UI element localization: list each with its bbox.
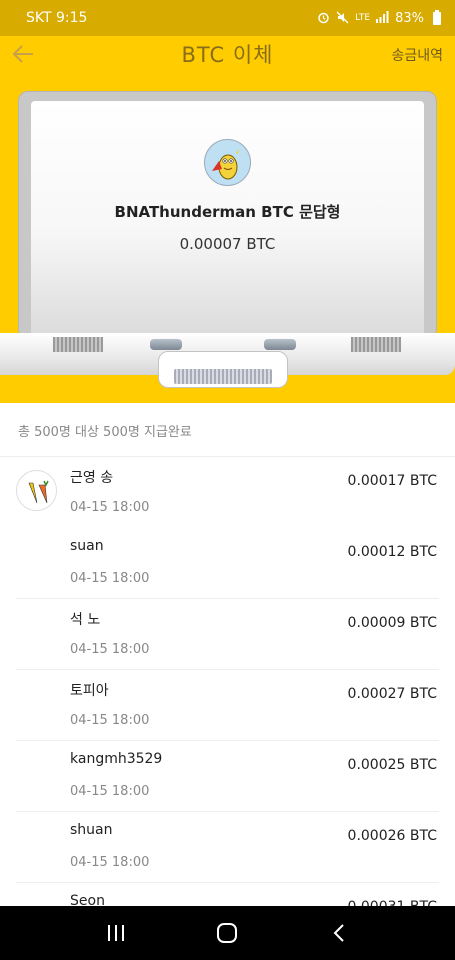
cartoon-character-icon bbox=[211, 148, 239, 179]
payout-summary: 총 500명 대상 500명 지급완료 bbox=[18, 425, 192, 440]
recipient-name: 근영 송 bbox=[70, 470, 114, 486]
transfer-amount: 0.00026 BTC bbox=[347, 828, 437, 844]
transaction-row[interactable]: shuan 04-15 18:00 0.00026 BTC bbox=[0, 812, 455, 883]
transaction-row[interactable]: kangmh3529 04-15 18:00 0.00025 BTC bbox=[0, 741, 455, 812]
recipient-name: suan bbox=[70, 538, 104, 554]
transfer-amount: 0.00017 BTC bbox=[347, 473, 437, 489]
transaction-row[interactable]: 토피아 04-15 18:00 0.00027 BTC bbox=[0, 670, 455, 741]
system-nav-bar bbox=[0, 906, 455, 960]
page-title: BTC 이체 bbox=[181, 43, 274, 67]
hinge-right bbox=[264, 339, 296, 350]
sender-amount: 0.00007 BTC bbox=[179, 235, 276, 253]
lte-icon: LTE bbox=[355, 12, 371, 23]
battery-text: 83% bbox=[395, 10, 424, 26]
briefcase-handle-grip bbox=[174, 369, 272, 384]
transaction-row[interactable]: suan 04-15 18:00 0.00012 BTC bbox=[0, 528, 455, 599]
transfer-date: 04-15 18:00 bbox=[70, 500, 150, 515]
home-icon[interactable] bbox=[207, 918, 247, 948]
recipient-name: 석 노 bbox=[70, 612, 101, 628]
carrier-time: SKT 9:15 bbox=[26, 10, 88, 26]
transfer-date: 04-15 18:00 bbox=[70, 855, 150, 870]
recipient-name: shuan bbox=[70, 822, 113, 838]
status-icons: LTE 83% bbox=[317, 9, 441, 26]
sender-avatar bbox=[204, 139, 251, 186]
transaction-row[interactable]: 석 노 04-15 18:00 0.00009 BTC bbox=[0, 599, 455, 670]
transfer-date: 04-15 18:00 bbox=[70, 713, 150, 728]
transfer-date: 04-15 18:00 bbox=[70, 784, 150, 799]
recipient-name: kangmh3529 bbox=[70, 751, 163, 767]
transfer-date: 04-15 18:00 bbox=[70, 642, 150, 657]
alarm-icon bbox=[317, 11, 330, 26]
transaction-row[interactable]: 근영 송 04-15 18:00 0.00017 BTC bbox=[0, 457, 455, 528]
transfer-amount: 0.00025 BTC bbox=[347, 757, 437, 773]
recipient-name: 토피아 bbox=[70, 683, 109, 699]
user-avatar bbox=[16, 470, 57, 511]
status-bar: SKT 9:15 LTE 83% bbox=[0, 0, 455, 36]
transfer-amount: 0.00012 BTC bbox=[347, 544, 437, 560]
transaction-list[interactable]: 근영 송 04-15 18:00 0.00017 BTC suan 04-15 18:0… bbox=[0, 457, 455, 954]
latch-right bbox=[351, 337, 401, 352]
app-root: SKT 9:15 LTE 83% BTC 이체 송금내역 BNAThunderm… bbox=[0, 0, 455, 960]
mute-icon bbox=[336, 11, 349, 26]
carrot-character-icon bbox=[17, 471, 56, 510]
transfer-history-button[interactable]: 송금내역 bbox=[391, 45, 443, 65]
recent-apps-icon[interactable] bbox=[96, 918, 136, 948]
sender-name: BNAThunderman BTC 문답형 bbox=[114, 203, 341, 221]
signal-icon bbox=[376, 11, 389, 25]
transfer-amount: 0.00027 BTC bbox=[347, 686, 437, 702]
latch-left bbox=[53, 337, 103, 352]
hinge-left bbox=[150, 339, 182, 350]
transfer-date: 04-15 18:00 bbox=[70, 571, 150, 586]
battery-icon bbox=[433, 9, 441, 25]
transfer-amount: 0.00009 BTC bbox=[347, 615, 437, 631]
back-nav-icon[interactable] bbox=[319, 918, 359, 948]
